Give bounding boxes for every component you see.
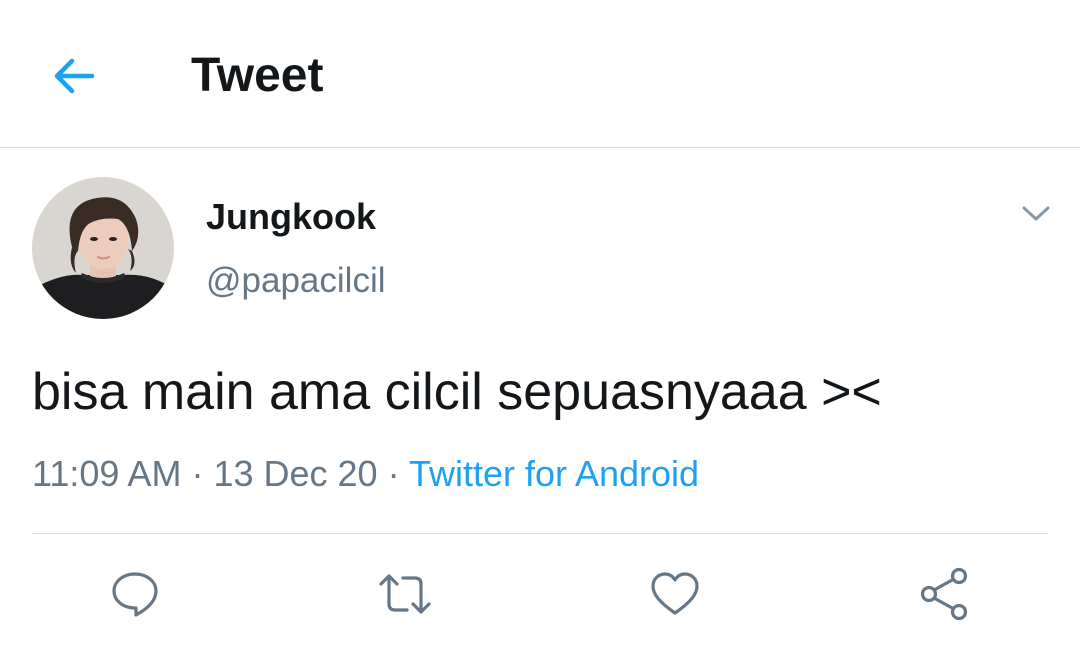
speech-bubble-icon xyxy=(112,572,158,617)
retweet-icon xyxy=(379,574,431,614)
share-button[interactable] xyxy=(917,566,973,622)
profile-photo xyxy=(32,177,174,319)
tweet-source-link[interactable]: Twitter for Android xyxy=(409,453,699,494)
divider xyxy=(32,533,1048,534)
tweet-options-button[interactable] xyxy=(1014,196,1058,232)
tweet-text: bisa main ama cilcil sepuasnyaaa >< xyxy=(32,363,882,421)
reply-button[interactable] xyxy=(107,566,163,622)
back-button[interactable] xyxy=(44,46,104,106)
tweet-date: 13 Dec 20 xyxy=(213,453,378,494)
retweet-button[interactable] xyxy=(377,566,433,622)
tweet-meta: 11:09 AM · 13 Dec 20 · Twitter for Andro… xyxy=(32,450,699,498)
heart-icon xyxy=(651,572,699,615)
meta-separator: · xyxy=(191,453,204,494)
like-button[interactable] xyxy=(647,566,703,622)
author-name[interactable]: Jungkook xyxy=(206,195,376,239)
top-app-bar: Tweet xyxy=(0,0,1080,148)
page-title: Tweet xyxy=(191,49,324,102)
chevron-down-icon xyxy=(1022,206,1050,221)
avatar[interactable] xyxy=(32,177,174,319)
author-handle[interactable]: @papacilcil xyxy=(206,259,386,303)
arrow-left-icon xyxy=(54,58,95,94)
meta-separator: · xyxy=(387,453,400,494)
tweet-time: 11:09 AM xyxy=(32,453,182,494)
share-icon xyxy=(920,567,968,621)
